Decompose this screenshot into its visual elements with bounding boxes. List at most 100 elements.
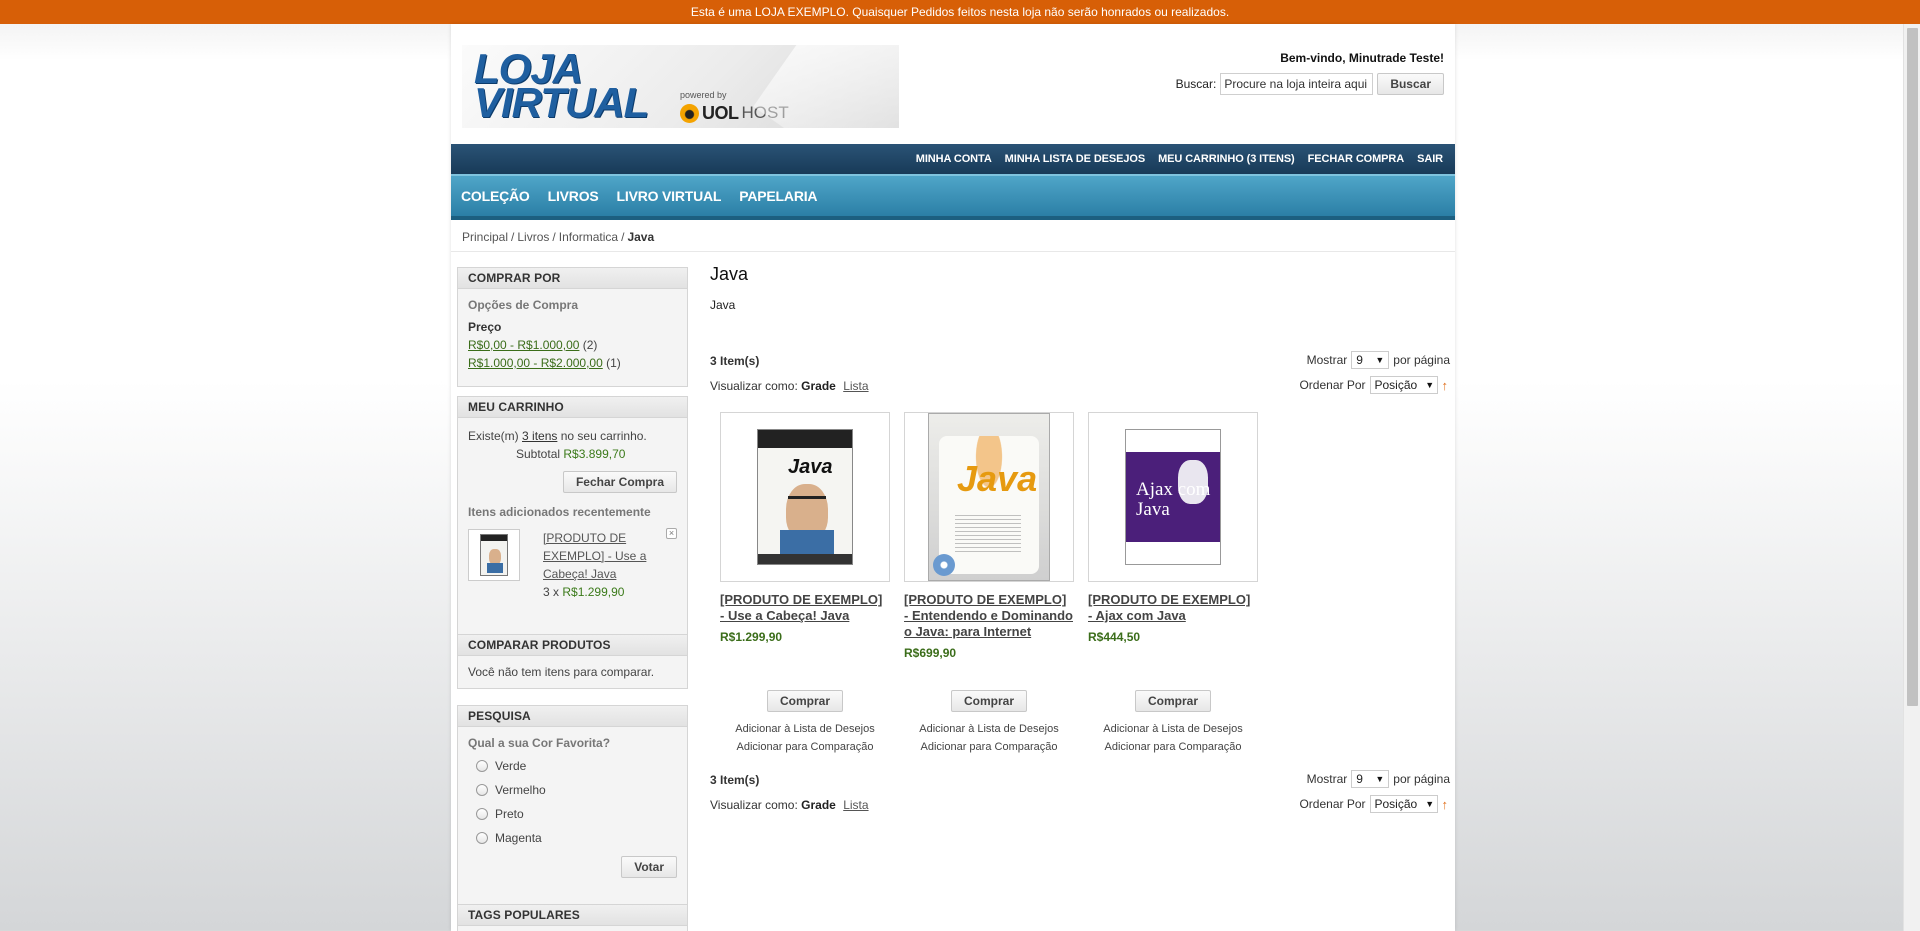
breadcrumb: Principal / Livros / Informatica / Java — [462, 230, 654, 244]
category-description: Java — [710, 298, 736, 312]
add-to-wishlist-link[interactable]: Adicionar à Lista de Desejos — [720, 720, 890, 738]
breadcrumb-separator: / — [552, 230, 556, 244]
nav-item-colecao[interactable]: COLEÇÃO — [461, 188, 530, 204]
store-logo[interactable]: LOJA VIRTUAL powered by UOL HOST — [462, 45, 899, 128]
breadcrumb-home[interactable]: Principal — [462, 230, 508, 244]
subtotal-value: R$3.899,70 — [563, 447, 626, 461]
radio-button[interactable] — [476, 784, 488, 796]
cart-item-thumbnail[interactable] — [468, 529, 520, 581]
link-my-account[interactable]: MINHA CONTA — [916, 153, 992, 165]
product-actions: Comprar Adicionar à Lista de Desejos Adi… — [904, 690, 1074, 756]
product-image[interactable]: Java — [720, 412, 890, 582]
cart-item-price: R$1.299,90 — [562, 585, 625, 599]
sorter: Ordenar Por Posição ▼ ↑ — [1299, 795, 1450, 813]
breadcrumb-informatica[interactable]: Informatica — [559, 230, 618, 244]
search-button[interactable]: Buscar — [1377, 73, 1444, 95]
category-title: Java — [710, 264, 749, 284]
uol-host-text: HOST — [741, 103, 789, 122]
poll-option[interactable]: Vermelho — [468, 778, 677, 802]
price-range-row: R$1.000,00 - R$2.000,00 (1) — [468, 354, 677, 372]
view-mode-list-link[interactable]: Lista — [843, 379, 868, 393]
add-to-wishlist-link[interactable]: Adicionar à Lista de Desejos — [1088, 720, 1258, 738]
page-scrollbar[interactable] — [1903, 24, 1920, 931]
sort-direction-icon[interactable]: ↑ — [1442, 378, 1449, 393]
cart-items-link[interactable]: 3 itens — [522, 429, 557, 443]
product-price: R$444,50 — [1088, 630, 1141, 644]
product-image[interactable]: Java — [904, 412, 1074, 582]
book-cover-icon: Java — [928, 413, 1050, 581]
poll-option[interactable]: Magenta — [468, 826, 677, 850]
poll-option[interactable]: Preto — [468, 802, 677, 826]
add-to-wishlist-link[interactable]: Adicionar à Lista de Desejos — [904, 720, 1074, 738]
popular-tags-block: TAGS POPULARES — [457, 904, 688, 931]
nav-item-livros[interactable]: LIVROS — [548, 188, 599, 204]
breadcrumb-livros[interactable]: Livros — [517, 230, 549, 244]
link-checkout[interactable]: FECHAR COMPRA — [1308, 153, 1405, 165]
poll-option-label: Verde — [495, 759, 527, 773]
product-image[interactable]: Ajax com Java — [1088, 412, 1258, 582]
view-mode-label: Visualizar como: — [710, 379, 798, 393]
product-item: Java [PRODUTO DE EXEMPLO] - Use a Cabeça… — [720, 412, 890, 644]
shop-by-title: COMPRAR POR — [458, 268, 687, 289]
search-label: Buscar: — [1175, 77, 1217, 91]
product-price: R$699,90 — [904, 646, 957, 660]
add-to-compare-link[interactable]: Adicionar para Comparação — [1088, 738, 1258, 756]
buy-button[interactable]: Comprar — [766, 690, 843, 712]
limiter: Mostrar 9 ▼ por página — [1307, 351, 1450, 369]
product-actions: Comprar Adicionar à Lista de Desejos Adi… — [1088, 690, 1258, 756]
radio-button[interactable] — [476, 808, 488, 820]
buy-button[interactable]: Comprar — [950, 690, 1027, 712]
popular-tags-title: TAGS POPULARES — [458, 905, 687, 926]
nav-item-livro-virtual[interactable]: LIVRO VIRTUAL — [617, 188, 722, 204]
link-my-wishlist[interactable]: MINHA LISTA DE DESEJOS — [1005, 153, 1146, 165]
product-links: Adicionar à Lista de Desejos Adicionar p… — [720, 720, 890, 756]
nav-bottom-border — [451, 216, 1455, 220]
product-name-link[interactable]: [PRODUTO DE EXEMPLO] - Entendendo e Domi… — [904, 592, 1074, 640]
item-count: 3 Item(s) — [710, 773, 760, 787]
radio-button[interactable] — [476, 760, 488, 772]
uol-brand-text: UOL — [702, 102, 739, 123]
price-range-link-1[interactable]: R$0,00 - R$1.000,00 — [468, 338, 579, 352]
compare-block: COMPARAR PRODUTOS Você não tem itens par… — [457, 634, 688, 689]
product-name-link[interactable]: [PRODUTO DE EXEMPLO] - Ajax com Java — [1088, 592, 1258, 624]
product-name-link[interactable]: [PRODUTO DE EXEMPLO] - Use a Cabeça! Jav… — [720, 592, 890, 624]
poll-title: PESQUISA — [458, 706, 687, 727]
uol-host-logo: UOL HOST — [680, 102, 789, 124]
sort-select-value: Posição — [1374, 378, 1418, 392]
view-mode: Visualizar como: Grade Lista — [710, 379, 869, 393]
buy-button[interactable]: Comprar — [1134, 690, 1211, 712]
book-cover-icon — [480, 534, 508, 576]
search-form: Buscar: Buscar — [1176, 73, 1444, 95]
sort-label: Ordenar Por — [1299, 797, 1366, 811]
add-to-compare-link[interactable]: Adicionar para Comparação — [904, 738, 1074, 756]
poll-option[interactable]: Verde — [468, 754, 677, 778]
view-mode-list-link[interactable]: Lista — [843, 798, 868, 812]
link-my-cart[interactable]: MEU CARRINHO (3 ITENS) — [1158, 153, 1295, 165]
limit-select[interactable]: 9 ▼ — [1351, 351, 1390, 369]
compare-title: COMPARAR PRODUTOS — [458, 635, 687, 656]
radio-button[interactable] — [476, 832, 488, 844]
remove-item-icon[interactable]: × — [666, 528, 677, 539]
limiter-label: Mostrar — [1306, 772, 1348, 786]
cover-title: Java — [788, 456, 833, 478]
sort-select[interactable]: Posição ▼ — [1369, 795, 1438, 813]
limit-select[interactable]: 9 ▼ — [1351, 770, 1390, 788]
sort-direction-icon[interactable]: ↑ — [1442, 797, 1449, 812]
search-input[interactable] — [1220, 73, 1374, 95]
dropdown-arrow-icon: ▼ — [1375, 774, 1385, 784]
poll-block: PESQUISA Qual a sua Cor Favorita? Verde … — [457, 705, 688, 922]
poll-option-label: Vermelho — [495, 783, 546, 797]
add-to-compare-link[interactable]: Adicionar para Comparação — [720, 738, 890, 756]
price-range-link-2[interactable]: R$1.000,00 - R$2.000,00 — [468, 356, 603, 370]
per-page-label: por página — [1393, 772, 1450, 786]
scrollbar-thumb[interactable] — [1907, 28, 1918, 706]
sort-select[interactable]: Posição ▼ — [1369, 376, 1438, 394]
link-logout[interactable]: SAIR — [1417, 153, 1443, 165]
shop-by-subtitle: Opções de Compra — [468, 298, 579, 312]
price-range-row: R$0,00 - R$1.000,00 (2) — [468, 336, 677, 354]
cart-item-name[interactable]: [PRODUTO DE EXEMPLO] - Use a Cabeça! Jav… — [543, 531, 646, 581]
cart-summary-post: no seu carrinho. — [560, 429, 647, 443]
checkout-button[interactable]: Fechar Compra — [562, 471, 677, 493]
vote-button[interactable]: Votar — [621, 856, 677, 878]
nav-item-papelaria[interactable]: PAPELARIA — [739, 188, 817, 204]
